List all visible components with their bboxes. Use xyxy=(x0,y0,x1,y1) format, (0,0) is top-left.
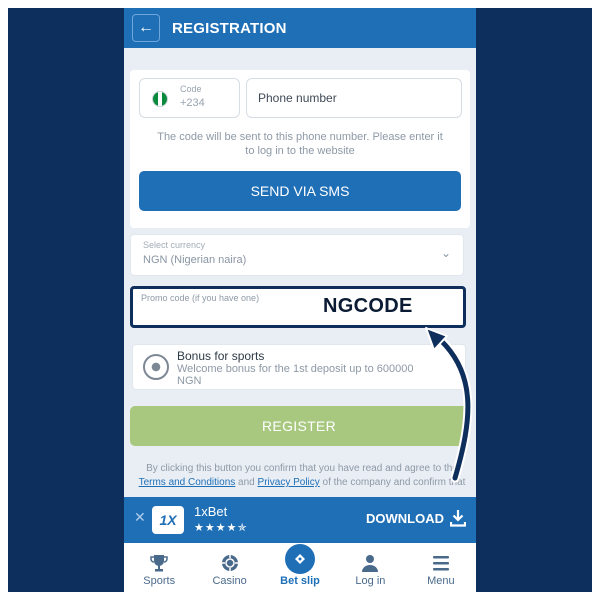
currency-label: Select currency xyxy=(143,240,206,250)
nav-label-bet-slip: Bet slip xyxy=(280,575,320,587)
nav-item-casino[interactable]: Casino xyxy=(194,543,264,592)
bet-slip-button xyxy=(285,544,316,574)
back-button[interactable]: ← xyxy=(132,14,160,42)
page-title: REGISTRATION xyxy=(172,19,287,37)
terms-link[interactable]: Terms and Conditions xyxy=(139,477,236,488)
download-label: DOWNLOAD xyxy=(366,510,444,526)
bonus-title: Bonus for sports xyxy=(177,349,265,363)
mobile-screen: ← REGISTRATION Code +234 Phone number Th… xyxy=(124,8,476,592)
app-logo: 1X xyxy=(152,506,184,534)
nav-label-casino: Casino xyxy=(212,575,247,587)
chevron-down-icon: ⌄ xyxy=(440,246,451,260)
register-button[interactable]: REGISTER xyxy=(130,406,468,446)
promo-code-field[interactable]: Promo code (if you have one) NGCODE xyxy=(130,286,466,328)
app-name: 1xBet xyxy=(194,504,228,519)
bottom-navigation: Sports Casino Bet slip Log in Menu xyxy=(124,543,476,592)
legal-and: and xyxy=(235,477,258,488)
football-icon xyxy=(143,354,169,380)
nav-label-sports: Sports xyxy=(143,575,176,587)
nav-item-sports[interactable]: Sports xyxy=(124,543,194,592)
code-label: Code xyxy=(180,84,202,94)
arrow-left-icon: ← xyxy=(138,19,154,36)
close-icon[interactable]: ✕ xyxy=(134,509,146,526)
menu-icon xyxy=(432,556,449,571)
download-icon xyxy=(450,510,466,527)
nav-item-menu[interactable]: Menu xyxy=(406,543,476,592)
code-value: +234 xyxy=(180,97,205,109)
sms-hint-line2: to log in to the website xyxy=(245,145,355,157)
chip-icon xyxy=(221,555,238,571)
legal-line1: By clicking this button you confirm that… xyxy=(146,463,458,474)
sms-hint-line1: The code will be sent to this phone numb… xyxy=(157,131,443,143)
rating-stars: ★★★★✯ xyxy=(194,522,248,534)
send-via-sms-button[interactable]: SEND VIA SMS xyxy=(139,171,461,211)
nav-item-login[interactable]: Log in xyxy=(335,543,405,592)
phone-number-input[interactable]: Phone number xyxy=(246,78,462,118)
user-icon xyxy=(362,555,379,572)
promo-code-value: NGCODE xyxy=(323,295,413,317)
privacy-link[interactable]: Privacy Policy xyxy=(258,477,320,488)
bonus-option[interactable]: Bonus for sports Welcome bonus for the 1… xyxy=(132,344,466,390)
bonus-description: Welcome bonus for the 1st deposit up to … xyxy=(177,363,414,387)
trophy-icon xyxy=(150,555,168,572)
currency-select[interactable]: Select currency NGN (Nigerian naira) ⌄ xyxy=(130,234,464,276)
download-button[interactable]: DOWNLOAD xyxy=(366,509,466,527)
legal-text: By clicking this button you confirm that… xyxy=(134,462,470,490)
nav-label-login: Log in xyxy=(355,575,386,587)
country-code-selector[interactable]: Code +234 xyxy=(139,78,240,118)
promo-label: Promo code (if you have one) xyxy=(141,293,260,303)
nav-item-bet-slip[interactable]: Bet slip xyxy=(265,543,335,592)
legal-line2-rest: of the company and confirm that xyxy=(319,477,466,488)
nav-label-menu: Menu xyxy=(427,575,455,587)
currency-value: NGN (Nigerian naira) xyxy=(143,254,247,266)
sms-hint: The code will be sent to this phone numb… xyxy=(140,130,460,158)
header-bar: ← REGISTRATION xyxy=(124,8,476,48)
app-download-banner: ✕ 1X 1xBet ★★★★✯ DOWNLOAD xyxy=(124,497,476,543)
ticket-icon xyxy=(295,554,306,564)
nigeria-flag-icon xyxy=(152,91,168,107)
phone-registration-card: Code +234 Phone number The code will be … xyxy=(130,70,470,228)
